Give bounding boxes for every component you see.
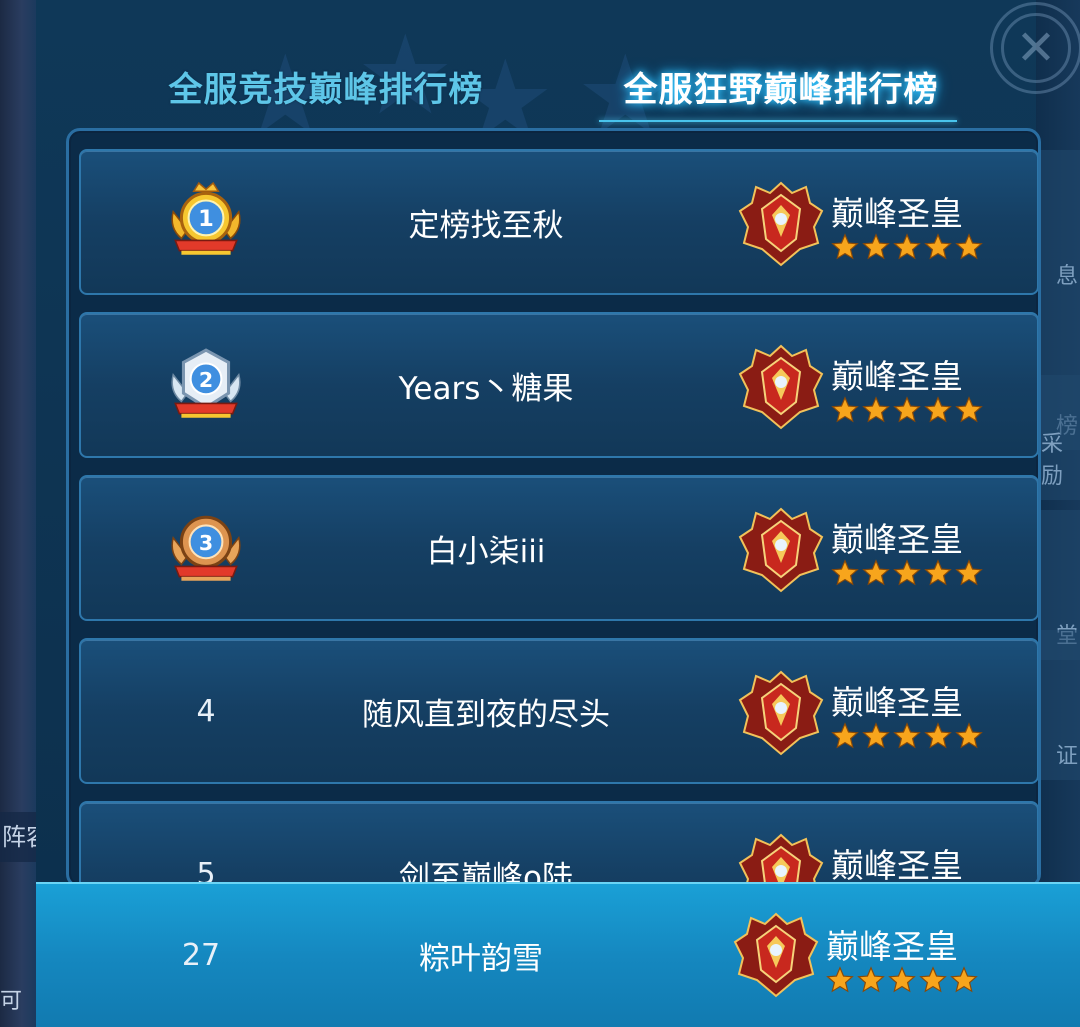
star-icon: [955, 722, 983, 749]
peak-emperor-tier-icon: [738, 507, 824, 593]
side-button-reward: 采励: [1040, 375, 1080, 500]
ranking-row[interactable]: 4 随风直到夜的尽头 巅峰圣皇: [79, 638, 1038, 784]
player-name: 随风直到夜的尽头: [362, 696, 610, 733]
star-icon: [893, 396, 921, 423]
close-button[interactable]: ✕: [990, 2, 1080, 94]
side-button-cert: 证: [1040, 630, 1080, 780]
star-icon: [924, 722, 952, 749]
ranking-row[interactable]: 1 定榜找至秋 巅峰圣皇: [79, 149, 1038, 295]
star-icon: [862, 722, 890, 749]
tier-stars: [831, 722, 983, 750]
my-tier-name: 巅峰圣皇: [826, 927, 958, 966]
star-icon: [831, 722, 859, 749]
star-icon: [831, 559, 859, 586]
star-icon: [924, 396, 952, 423]
rank-cell: 2: [131, 314, 281, 456]
star-icon: [893, 233, 921, 260]
player-name: 定榜找至秋: [408, 207, 564, 244]
bronze-medal-icon: 3: [171, 515, 241, 581]
rank-number: 5: [196, 856, 216, 888]
background-label-bottom: 可: [0, 989, 23, 1014]
silver-medal-icon: 2: [171, 348, 241, 418]
star-icon: [955, 559, 983, 586]
star-icon: [826, 966, 854, 993]
star-icon: [857, 966, 885, 993]
svg-text:3: 3: [199, 531, 213, 555]
player-name: 剑至巅峰o陆: [399, 859, 573, 888]
star-icon: [955, 233, 983, 260]
leaderboard-screen: 阵容三 可 息 榜 采励 堂 证 ★ ★ ★ ★ 全服竞技巅峰排行榜 全服狂野巅…: [0, 0, 1080, 1027]
active-tab-underline: [599, 120, 957, 122]
star-icon: [919, 966, 947, 993]
peak-emperor-tier-icon: [738, 833, 824, 885]
star-icon: [862, 233, 890, 260]
star-icon: [893, 722, 921, 749]
my-player-name: 粽叶韵雪: [419, 941, 543, 977]
player-name: Years丶糖果: [398, 370, 574, 407]
my-rank-number: 27: [181, 938, 221, 973]
peak-emperor-tier-icon: [738, 181, 824, 267]
tier-name: 巅峰圣皇: [831, 194, 963, 233]
rank-number: 4: [196, 693, 216, 729]
ranking-row[interactable]: 3 白小柒iii 巅峰圣皇: [79, 475, 1038, 621]
tab-wild-peak-ranking[interactable]: 全服狂野巅峰排行榜: [601, 52, 961, 120]
ranking-row[interactable]: 2 Years丶糖果 巅峰圣皇: [79, 312, 1038, 458]
ranking-row[interactable]: 5 剑至巅峰o陆 巅峰圣皇: [79, 801, 1038, 888]
star-icon: [888, 966, 916, 993]
rank-cell: 3: [131, 477, 281, 619]
background-scene-left: [0, 0, 36, 1027]
tier-name: 巅峰圣皇: [831, 846, 963, 885]
leaderboard-tabs: 全服竞技巅峰排行榜 全服狂野巅峰排行榜: [36, 52, 1036, 132]
tier-name: 巅峰圣皇: [831, 520, 963, 559]
star-icon: [950, 966, 978, 993]
side-button-info: 息: [1040, 150, 1080, 300]
close-icon: ✕: [1001, 13, 1071, 83]
svg-text:1: 1: [198, 206, 214, 232]
leaderboard-panel: ★ ★ ★ ★ 全服竞技巅峰排行榜 全服狂野巅峰排行榜 1 定榜找至秋 巅峰圣皇…: [36, 0, 1041, 1027]
peak-emperor-tier-icon: [738, 344, 824, 430]
star-icon: [862, 396, 890, 423]
player-name: 白小柒iii: [426, 533, 546, 570]
tier-stars: [831, 233, 983, 261]
star-icon: [862, 559, 890, 586]
peak-emperor-tier-icon: [738, 670, 824, 756]
tier-name: 巅峰圣皇: [831, 357, 963, 396]
gold-medal-icon: 1: [171, 181, 241, 255]
svg-text:2: 2: [199, 368, 213, 392]
star-icon: [893, 559, 921, 586]
star-icon: [955, 396, 983, 423]
my-ranking-row: 27 粽叶韵雪 巅峰圣皇: [36, 882, 1080, 1027]
tier-stars: [831, 396, 983, 424]
tier-stars: [831, 559, 983, 587]
ranking-list[interactable]: 1 定榜找至秋 巅峰圣皇 2 Years丶糖果 巅峰圣皇 3 白小柒iii 巅峰…: [66, 128, 1041, 888]
my-tier-stars: [826, 966, 978, 994]
star-icon: [924, 559, 952, 586]
star-icon: [924, 233, 952, 260]
tier-name: 巅峰圣皇: [831, 683, 963, 722]
star-icon: [831, 396, 859, 423]
rank-cell: 1: [131, 151, 281, 293]
star-icon: [831, 233, 859, 260]
tab-arena-peak-ranking[interactable]: 全服竞技巅峰排行榜: [146, 52, 506, 120]
peak-emperor-tier-icon: [733, 912, 819, 998]
